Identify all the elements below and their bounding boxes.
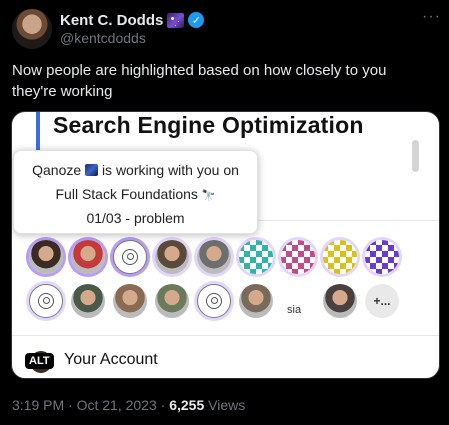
tooltip-user: Qanoze [32,162,82,178]
user-photo-avatar[interactable] [71,240,105,274]
user-icon [122,249,138,265]
view-count: 6,255 [169,397,205,413]
author-handle[interactable]: @kentcdodds [60,30,146,46]
anonymous-user-avatar[interactable] [29,284,63,318]
user-flag-icon [85,164,99,176]
separator: · [68,397,73,413]
user-icon [206,293,222,309]
user-photo-avatar[interactable] [323,284,357,318]
account-label[interactable]: Your Account [64,351,158,369]
tooltip-line-2: Full Stack Foundations 🔭 [14,186,257,202]
separator: · [160,397,166,413]
identicon-avatar[interactable] [365,240,399,274]
user-photo-avatar[interactable] [155,284,189,318]
tweet-text: Now people are highlighted based on how … [12,62,387,100]
user-icon [38,293,54,309]
identicon-avatar[interactable] [323,240,357,274]
telescope-icon: 🔭 [201,190,216,202]
identicon-avatar[interactable] [281,240,315,274]
tooltip-line-3: 01/03 - problem [86,210,185,226]
user-photo-avatar[interactable] [155,240,189,274]
page-heading: Search Engine Optimization [53,112,364,138]
user-photo-avatar[interactable] [113,284,147,318]
tweet-date[interactable]: Oct 21, 2023 [77,397,157,413]
user-photo-avatar[interactable] [29,240,63,274]
anonymous-user-avatar[interactable] [113,240,147,274]
scrollbar[interactable] [412,140,419,172]
broken-image-alt-text: sia [287,304,302,316]
identicon-avatar[interactable] [239,240,273,274]
user-photo-avatar[interactable] [197,240,231,274]
more-options-icon[interactable]: ··· [422,8,441,26]
space-emoji-icon [167,12,185,28]
tooltip-line1-rest: is working with you on [101,162,239,178]
collaborator-tooltip: Qanoze is working with you on Full Stack… [13,150,258,234]
user-photo-avatar[interactable] [71,284,105,318]
more-collaborators-button[interactable]: +... [365,284,399,318]
workshop-name: Full Stack Foundations [55,186,198,202]
user-photo-avatar[interactable] [239,284,273,318]
alt-text-badge[interactable]: ALT [25,353,54,369]
divider [258,220,439,221]
account-row[interactable]: ALT Your Account [12,337,439,378]
tooltip-line-1: Qanoze is working with you on [14,162,257,178]
verified-badge-icon[interactable]: ✓ [188,12,205,28]
author-name[interactable]: Kent C. Dodds [60,12,163,29]
divider [12,335,439,336]
tweet-time[interactable]: 3:19 PM [12,397,64,413]
author-avatar[interactable] [12,9,52,49]
author-name-row: Kent C. Dodds ✓ [60,10,205,30]
views-label: Views [208,397,246,413]
anonymous-user-avatar[interactable] [197,284,231,318]
attached-screenshot[interactable]: Search Engine Optimization sia +... Qanoz… [11,111,440,379]
broken-image-avatar[interactable]: sia [281,284,315,318]
tweet-meta: 3:19 PM · Oct 21, 2023 · 6,255 Views [12,397,245,413]
